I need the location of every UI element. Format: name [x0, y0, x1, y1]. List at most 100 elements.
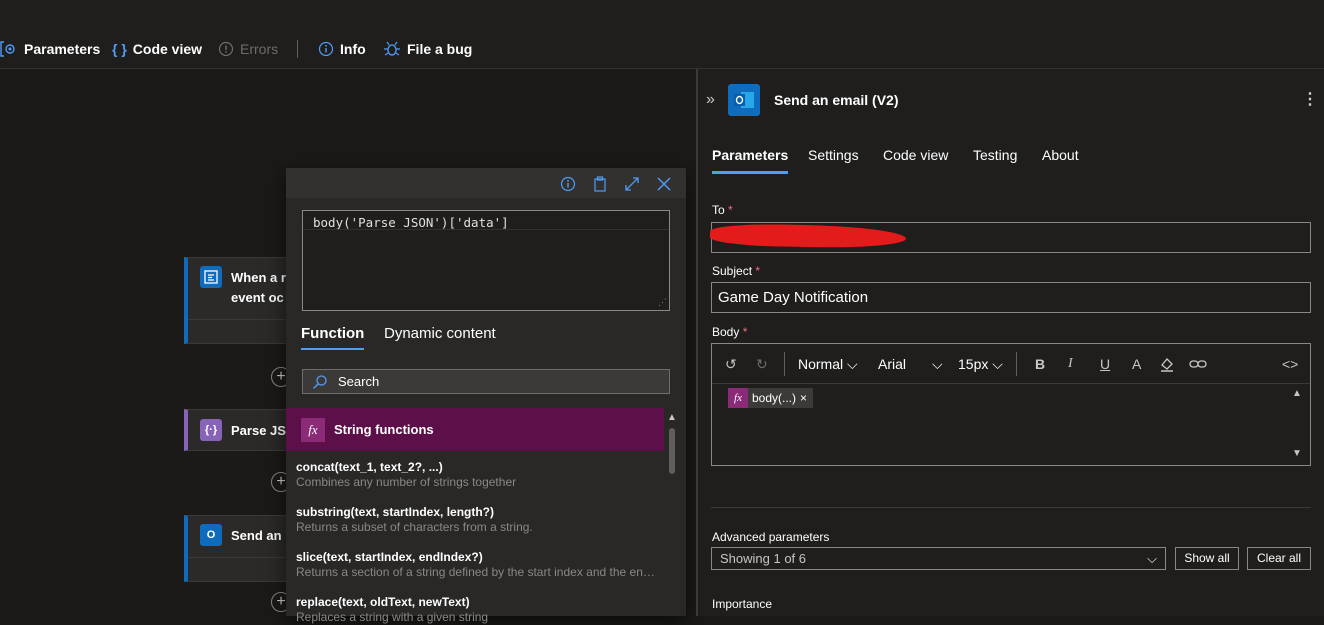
function-item[interactable]: slice(text, startIndex, endIndex?) Retur… — [296, 550, 656, 580]
braces-icon: { } — [112, 41, 127, 57]
tab-code-view[interactable]: Code view — [883, 147, 948, 163]
trigger-node-label-line1: When a r — [231, 270, 286, 285]
scroll-up-icon[interactable]: ▲ — [1292, 388, 1302, 399]
file-bug-label: File a bug — [407, 41, 473, 57]
clear-all-button[interactable]: Clear all — [1247, 547, 1311, 570]
rich-text-toolbar: ↺ ↻ Normal ⌵ Arial ⌵ 15px ⌵ B I U A <> — [712, 344, 1310, 384]
underline-icon[interactable]: U — [1100, 356, 1110, 372]
function-item[interactable]: substring(text, startIndex, length?) Ret… — [296, 505, 656, 535]
parameters-button[interactable]: Parameters — [0, 40, 100, 58]
highlight-icon[interactable] — [1159, 356, 1175, 375]
bold-icon[interactable]: B — [1035, 356, 1045, 372]
undo-icon[interactable]: ↺ — [725, 356, 737, 373]
outlook-icon: O — [200, 524, 222, 546]
tab-about[interactable]: About — [1042, 147, 1079, 163]
token-label: body(...) — [752, 391, 797, 405]
trigger-node-label-line2: event oc — [231, 290, 284, 305]
function-icon: fx — [728, 388, 748, 408]
info-button[interactable]: Info — [318, 40, 366, 58]
info-icon[interactable] — [560, 176, 576, 192]
outlook-icon — [728, 84, 760, 116]
to-label-text: To — [712, 203, 725, 217]
resize-handle-icon[interactable]: ⋰ — [658, 298, 667, 308]
errors-button[interactable]: Errors — [218, 40, 278, 58]
parameters-label: Parameters — [24, 41, 101, 57]
event-grid-icon — [200, 266, 222, 288]
advanced-parameters-select[interactable]: Showing 1 of 6 ⌵ — [711, 547, 1166, 570]
importance-label: Importance — [712, 597, 773, 611]
subject-field[interactable]: Game Day Notification — [711, 282, 1311, 313]
expression-tabs: Function Dynamic content — [286, 315, 686, 355]
body-editor[interactable]: ↺ ↻ Normal ⌵ Arial ⌵ 15px ⌵ B I U A <> fx… — [711, 343, 1311, 466]
required-mark: * — [742, 325, 748, 339]
tab-function[interactable]: Function — [301, 325, 365, 350]
expression-token[interactable]: fx body(...) × — [728, 388, 814, 408]
errors-label: Errors — [240, 41, 279, 57]
error-icon — [218, 41, 234, 57]
redo-icon[interactable]: ↻ — [756, 356, 768, 373]
function-name: substring(text, startIndex, length?) — [296, 505, 495, 519]
size-value: 15px — [958, 356, 989, 372]
tab-dynamic-content[interactable]: Dynamic content — [384, 325, 496, 342]
scroll-up-icon[interactable]: ▲ — [667, 412, 677, 423]
body-content[interactable]: fx body(...) × ▲ ▼ — [712, 384, 1310, 464]
function-item[interactable]: replace(text, oldText, newText) Replaces… — [296, 595, 656, 625]
chevron-down-icon: ⌵ — [1147, 551, 1157, 566]
search-placeholder: Search — [338, 374, 380, 389]
remove-token-icon[interactable]: × — [800, 391, 807, 405]
italic-icon[interactable]: I — [1068, 356, 1073, 372]
toolbar-divider — [297, 40, 298, 58]
expression-line — [303, 229, 669, 230]
collapse-panel-icon[interactable]: » — [706, 91, 715, 109]
toolbar-divider — [1016, 352, 1017, 376]
size-select[interactable]: 15px ⌵ — [958, 356, 1003, 373]
format-select[interactable]: Normal ⌵ — [798, 356, 858, 373]
function-list-scrollbar[interactable] — [669, 428, 675, 474]
required-mark: * — [728, 203, 733, 217]
more-options-icon[interactable]: ⋮ — [1302, 89, 1318, 109]
show-all-button[interactable]: Show all — [1175, 547, 1239, 570]
parameters-icon — [0, 41, 18, 57]
file-bug-button[interactable]: File a bug — [383, 40, 472, 58]
to-label: To * — [712, 203, 733, 217]
function-description: Replaces a string with a given string — [296, 610, 489, 624]
category-label: String functions — [334, 422, 434, 437]
function-name: concat(text_1, text_2?, ...) — [296, 460, 443, 474]
scroll-down-icon[interactable]: ▼ — [1292, 448, 1302, 459]
function-description: Returns a section of a string defined by… — [296, 565, 656, 579]
body-label-text: Body — [712, 325, 740, 339]
function-icon: fx — [301, 417, 325, 442]
toolbar-divider — [784, 352, 785, 376]
action-details-pane: » Send an email (V2) ⋮ Parameters Settin… — [696, 69, 1324, 616]
chevron-down-icon: ⌵ — [932, 356, 943, 372]
link-icon[interactable] — [1189, 356, 1207, 375]
tab-parameters[interactable]: Parameters — [712, 147, 789, 174]
code-view-button[interactable]: { } Code view — [112, 40, 202, 58]
trigger-node-label: When a r event oc — [231, 268, 286, 308]
function-description: Combines any number of strings together — [296, 475, 517, 489]
info-icon — [318, 41, 334, 57]
info-label: Info — [340, 41, 366, 57]
format-value: Normal — [798, 356, 844, 372]
function-item[interactable]: concat(text_1, text_2?, ...) Combines an… — [296, 460, 656, 490]
tab-testing[interactable]: Testing — [973, 147, 1017, 163]
chevron-down-icon: ⌵ — [992, 356, 1003, 372]
string-functions-category[interactable]: fx String functions — [286, 408, 664, 451]
expression-input[interactable]: body('Parse_JSON')['data'] ⋰ — [302, 210, 670, 311]
function-search-input[interactable]: Search — [302, 369, 670, 394]
function-name: slice(text, startIndex, endIndex?) — [296, 550, 483, 564]
code-icon[interactable]: <> — [1282, 356, 1298, 372]
paste-icon[interactable] — [592, 176, 608, 192]
code-view-label: Code view — [132, 41, 203, 57]
function-description: Returns a subset of characters from a st… — [296, 520, 533, 534]
body-label: Body * — [712, 325, 747, 339]
font-select[interactable]: Arial ⌵ — [878, 356, 943, 373]
subject-label-text: Subject — [712, 264, 753, 278]
action-title: Send an email (V2) — [774, 92, 899, 108]
expand-icon[interactable] — [624, 176, 640, 192]
close-icon[interactable] — [656, 176, 672, 192]
advanced-parameters-label: Advanced parameters — [712, 530, 830, 544]
tab-settings[interactable]: Settings — [808, 147, 859, 163]
section-divider — [711, 507, 1311, 508]
font-color-icon[interactable]: A — [1132, 356, 1141, 372]
